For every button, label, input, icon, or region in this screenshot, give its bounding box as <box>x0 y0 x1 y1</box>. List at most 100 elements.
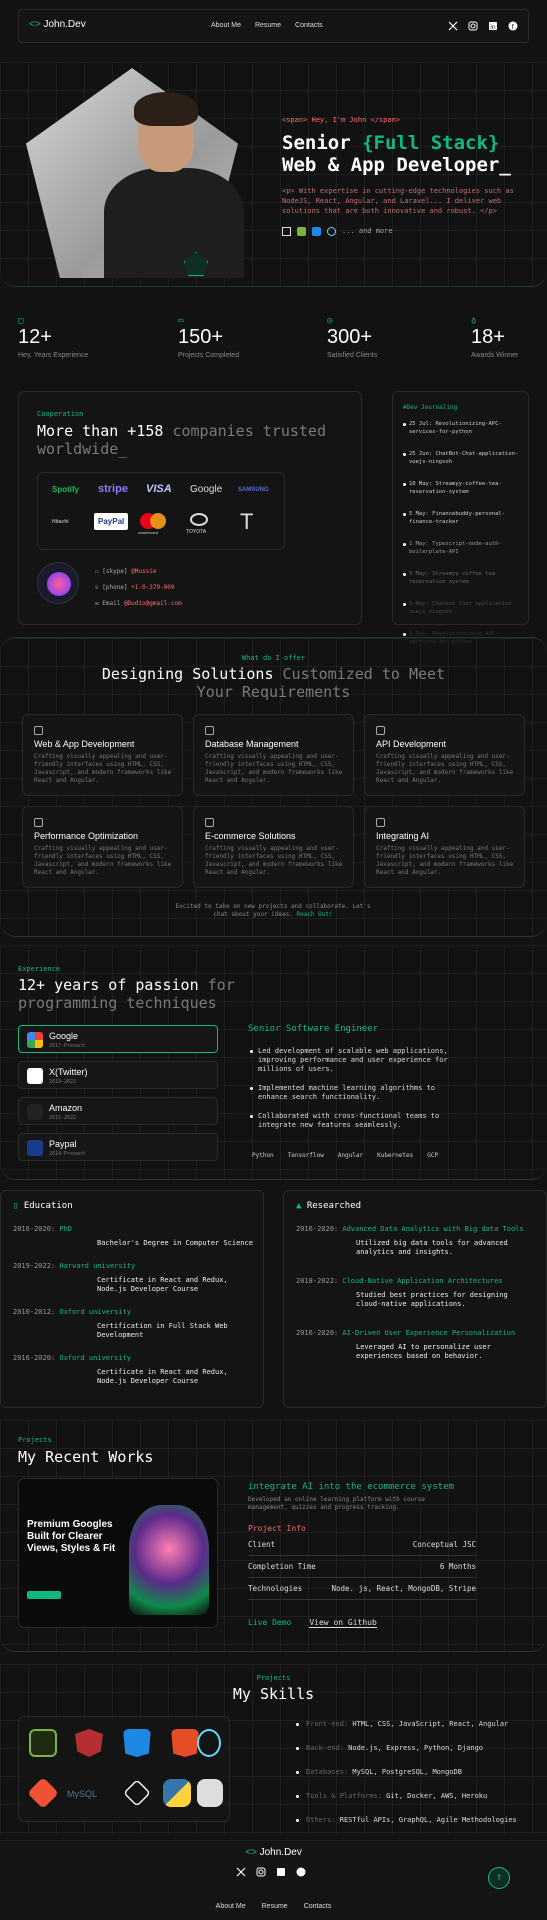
experience-bullets: Led development of scalable web applicat… <box>250 1047 460 1140</box>
tag-kubernetes: Kubernetes <box>377 1152 414 1159</box>
journal-item[interactable]: 1 May: Typescript-node-auth-boilerplate-… <box>403 540 521 556</box>
profile-person-hair <box>134 92 198 126</box>
stripe-logo: stripe <box>98 483 128 495</box>
api-icon <box>376 726 385 735</box>
nav-link-resume[interactable]: Resume <box>255 22 281 29</box>
project-screenshot-button <box>27 1591 61 1599</box>
skills-item: Tools & Platforms: Git, Docker, AWS, Her… <box>296 1792 536 1800</box>
email-contact[interactable]: ✉ Email @Dudio@gmail.com <box>95 596 182 612</box>
project-links: Live Demo View on Github <box>248 1618 377 1628</box>
nav-link-about[interactable]: About Me <box>211 22 241 29</box>
x-icon[interactable] <box>236 1867 246 1877</box>
research-item: 2016-2020: AI-Driven User Experience Per… <box>296 1329 516 1360</box>
job-paypal[interactable]: Paypal 2014-Present <box>18 1133 218 1161</box>
project-name: integrate AI into the ecommerce system <box>248 1482 454 1492</box>
stat-label: Projects Completed <box>178 352 240 359</box>
companies-title: More than +158 companies trusted <box>37 422 326 440</box>
stats-section: ▢ 12+ Hey, Years Experience ▭ 150+ Proje… <box>0 298 547 378</box>
journal-item[interactable]: 5 May: Financebuddy-personal-finance-tra… <box>403 510 521 526</box>
education-item: 2010-2012: Oxford university Certificatio… <box>13 1308 228 1339</box>
footer-link-contacts[interactable]: Contacts <box>304 1903 332 1910</box>
live-demo-link[interactable]: Live Demo <box>248 1618 291 1628</box>
experience-title: 12+ years of passion for <box>18 976 235 994</box>
footer: <> John.Dev About Me Resume Contacts ↑ <box>0 1840 547 1920</box>
project-screenshot[interactable]: Premium Googles Built for Clearer Views,… <box>18 1478 218 1628</box>
research-card: ▲ Researched 2016-2020: Advanced Data An… <box>283 1190 547 1408</box>
stat-awards: ♁ 18+ Awards Winner <box>471 316 518 359</box>
spotify-logo: Spotify <box>52 485 80 494</box>
speed-icon <box>34 818 43 827</box>
nav-link-contacts[interactable]: Contacts <box>295 22 323 29</box>
samsung-logo: SAMSUNG <box>238 487 269 493</box>
linkedin-icon[interactable] <box>276 1867 286 1877</box>
x-icon[interactable] <box>448 21 458 31</box>
projects-section: Projects My Recent Works Premium Googles… <box>0 1420 547 1652</box>
skills-icons-card: MySQL <box>18 1716 230 1822</box>
stat-number: 300+ <box>327 326 373 348</box>
research-item: 2016-2020: Advanced Data Analytics with … <box>296 1225 524 1256</box>
svg-text:in: in <box>490 24 496 31</box>
skills-eyebrow: Projects <box>256 1674 291 1682</box>
experience-role: Senior Software Engineer <box>248 1024 379 1034</box>
reach-out-link[interactable]: Reach Out! <box>296 911 332 918</box>
facebook-icon[interactable] <box>296 1867 306 1877</box>
project-info-table: Client Conceptual JSC Completion Time 6 Mo… <box>248 1534 476 1600</box>
service-card-performance[interactable]: Performance Optimization Crafting visuall… <box>22 806 183 888</box>
project-info-row: Technologies Node. js, React, MongoDB, St… <box>248 1578 476 1600</box>
footer-logo[interactable]: <> John.Dev <box>0 1847 547 1858</box>
service-card-web[interactable]: Web & App Development Crafting visually a… <box>22 714 183 796</box>
services-eyebrow: What do I offer <box>241 654 306 662</box>
footer-link-resume[interactable]: Resume <box>262 1903 288 1910</box>
instagram-icon[interactable] <box>256 1867 266 1877</box>
education-title: ▯ Education <box>13 1201 73 1211</box>
stat-number: 18+ <box>471 326 505 348</box>
service-card-ecommerce[interactable]: E-commerce Solutions Crafting visually ap… <box>193 806 354 888</box>
instagram-icon[interactable] <box>468 21 478 31</box>
skills-item: Others: RESTful APIs, GraphQL, Agile Met… <box>296 1816 536 1824</box>
job-twitter[interactable]: X(Twitter) 2019-2022 <box>18 1061 218 1089</box>
tech-icons: ... and more <box>282 226 532 236</box>
tech-more: ... and more <box>342 227 393 235</box>
book-icon: ▯ <box>13 1201 19 1211</box>
monitor-icon: ▭ <box>178 316 184 326</box>
journal-item[interactable]: 25 Jul: Revolutionizing-APC-services-for… <box>403 420 521 436</box>
job-amazon[interactable]: Amazon 2015-2022 <box>18 1097 218 1125</box>
x-logo <box>27 1068 43 1084</box>
stat-projects: ▭ 150+ Projects Completed <box>178 316 239 359</box>
facebook-icon[interactable]: f <box>508 21 518 31</box>
service-card-api[interactable]: API Development Crafting visually appeali… <box>364 714 525 796</box>
google-logo <box>27 1032 43 1048</box>
github-link[interactable]: View on Github <box>309 1618 377 1628</box>
phone-icon: ☏ <box>95 584 99 591</box>
footer-link-about[interactable]: About Me <box>216 1903 246 1910</box>
job-google[interactable]: Google 2017-Present <box>18 1025 218 1053</box>
experience-section: Experience 12+ years of passion for prog… <box>0 945 547 1180</box>
cart-icon <box>205 818 214 827</box>
flask-icon: ▲ <box>296 1201 302 1211</box>
logo[interactable]: <> John.Dev <box>29 19 86 30</box>
phone-contact[interactable]: ☏ [phone] +1-0-379-009 <box>95 580 182 596</box>
paypal-logo: PayPal <box>94 513 129 530</box>
journal-item[interactable]: 25 Jun: ChatBot-Chat-application-vuejs-n… <box>403 450 521 466</box>
google-logo: Google <box>190 484 223 495</box>
stat-number: 150+ <box>178 326 224 348</box>
react-icon <box>197 1729 221 1757</box>
experience-bullet: Implemented machine learning algorithms … <box>250 1084 460 1102</box>
journal-item[interactable]: 10 May: Streamyy-coffee-tea-reservation-… <box>403 480 521 496</box>
skype-contact[interactable]: ☐ [skype] @Mussie <box>95 564 182 580</box>
service-card-ai[interactable]: Integrating AI Crafting visually appealin… <box>364 806 525 888</box>
journal-item[interactable]: 5 May: Chatbot Chat application vuejs ni… <box>403 600 521 616</box>
top-navbar: <> John.Dev About Me Resume Contacts in … <box>18 9 529 43</box>
scroll-to-top-button[interactable]: ↑ <box>488 1867 510 1889</box>
tag-gcp: GCP <box>427 1152 439 1159</box>
linkedin-icon[interactable]: in <box>488 21 498 31</box>
education-item: 2016-2020: PhD Bachelor's Degree in Compu… <box>13 1225 253 1247</box>
python-icon <box>163 1779 191 1807</box>
journal-list: 25 Jul: Revolutionizing-APC-services-for… <box>403 420 521 660</box>
experience-bullet: Collaborated with cross-functional teams… <box>250 1112 460 1130</box>
journal-item[interactable]: 5 May: Streamyy coffee tea reservation s… <box>403 570 521 586</box>
hero-description: <p> With expertise in cutting-edge techn… <box>282 187 514 215</box>
experience-title-line2: programming techniques <box>18 994 217 1012</box>
service-card-database[interactable]: Database Management Crafting visually app… <box>193 714 354 796</box>
hero-title: Senior {Full Stack} <box>282 132 500 154</box>
